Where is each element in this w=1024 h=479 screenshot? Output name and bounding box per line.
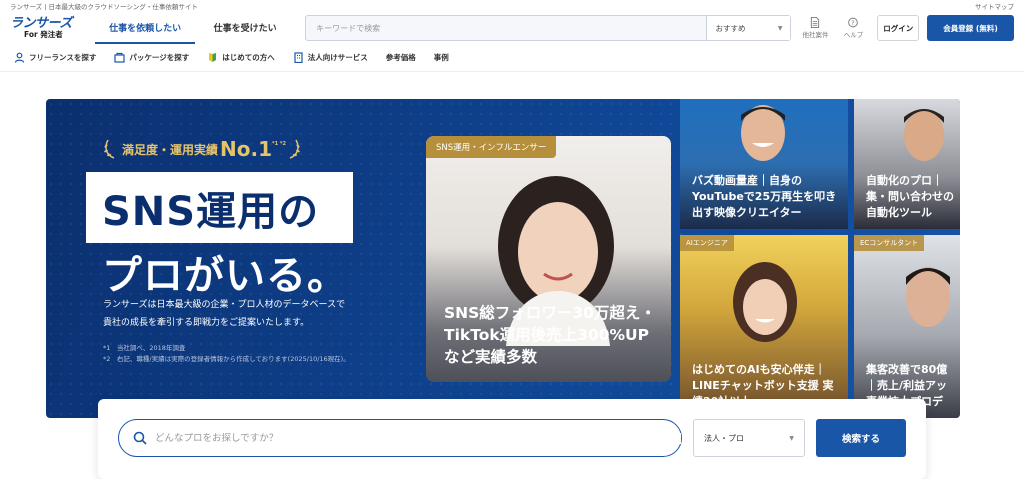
keyword-search-input[interactable]	[306, 16, 707, 40]
login-button[interactable]: ログイン	[877, 15, 920, 41]
hero-banner[interactable]: 満足度・運用実績 No.1 *1 *2 SNS運用の プロがいる。 ランサーズは…	[46, 99, 960, 418]
header-search: おすすめ ▼	[305, 15, 792, 41]
help-icon: ?	[848, 17, 859, 28]
subnav-reference-price[interactable]: 参考価格	[386, 52, 416, 63]
document-icon	[811, 17, 820, 28]
pro-search-panel: 法人・プロ ▼ 検索する	[98, 399, 926, 479]
pro-tile[interactable]: 自動化のプロ｜集・問い合わせの自動化ツール	[854, 99, 960, 229]
header-icon-links: 他社案件 ? ヘルプ	[799, 17, 869, 39]
pro-portrait	[741, 105, 785, 161]
subnav-cases[interactable]: 事例	[434, 52, 449, 63]
subnav-label: 法人向けサービス	[307, 53, 368, 62]
register-button[interactable]: 会員登録 (無料)	[927, 15, 1015, 41]
hero-headline-line2: プロがいる。	[102, 253, 348, 299]
subnav-label: 参考価格	[385, 53, 416, 62]
featured-card-tag: SNS運用・インフルエンサー	[426, 136, 557, 158]
pro-tile-tag: AIエンジニア	[680, 235, 734, 251]
subnav-label: パッケージを探す	[129, 53, 190, 62]
pro-tile-text: バズ動画量産｜自身のYouTubeで25万再生を叩き出す映像クリエイター	[692, 174, 837, 219]
featured-pro-card[interactable]: SNS運用・インフルエンサー SNS総フォロワー30万超え・TikTok運用後売…	[426, 136, 671, 382]
pro-tile[interactable]: バズ動画量産｜自身のYouTubeで25万再生を叩き出す映像クリエイター	[680, 99, 848, 229]
pro-search-button[interactable]: 検索する	[816, 419, 906, 457]
hero-description: ランサーズは日本最大級の企業・プロ人材のデータベースで 貴社の成長を牽引する即戦…	[103, 296, 345, 332]
subnav-find-freelancer[interactable]: フリーランスを探す	[14, 52, 96, 63]
pro-portrait	[906, 267, 950, 327]
subnav-label: 事例	[433, 53, 449, 62]
top-info-bar: ランサーズ | 日本最大級のクラウドソーシング・仕事依頼サイト サイトマップ	[0, 0, 1024, 12]
logo-brand: ランサーズ	[10, 16, 72, 32]
svg-text:?: ?	[852, 20, 855, 27]
help-link[interactable]: ? ヘルプ	[837, 17, 869, 39]
award-marks: *1 *2	[272, 141, 286, 147]
building-icon	[294, 52, 303, 63]
pro-portrait	[904, 109, 944, 161]
other-jobs-label: 他社案件	[802, 31, 829, 39]
pro-tile-text: 自動化のプロ｜集・問い合わせの自動化ツール	[866, 174, 954, 219]
subnav-label: フリーランスを探す	[29, 53, 97, 62]
sort-select[interactable]: おすすめ ▼	[706, 16, 791, 40]
help-label: ヘルプ	[843, 31, 864, 39]
other-jobs-link[interactable]: 他社案件	[799, 17, 831, 39]
header: ランサーズ For 発注者 仕事を依頼したい 仕事を受けたい おすすめ ▼ 他社…	[0, 12, 1024, 44]
pro-tile[interactable]: ECコンサルタント 集客改善で80億｜売上/利益アッ事業拡大プロデ	[854, 235, 960, 418]
subnav-corporate[interactable]: 法人向けサービス	[293, 52, 368, 63]
person-icon	[14, 52, 25, 63]
beginner-icon	[209, 53, 217, 62]
hero-desc-line2: 貴社の成長を牽引する即戦力をご提案いたします。	[103, 318, 310, 328]
pro-search-input[interactable]	[155, 432, 681, 444]
sort-select-value: おすすめ	[715, 23, 746, 33]
chevron-down-icon: ▼	[777, 24, 783, 32]
site-tagline: ランサーズ | 日本最大級のクラウドソーシング・仕事依頼サイト	[10, 3, 198, 11]
logo[interactable]: ランサーズ For 発注者	[10, 17, 87, 39]
logo-sub: For 発注者	[24, 30, 63, 40]
featured-card-text: SNS総フォロワー30万超え・TikTok運用後売上300%UPなど実績多数	[444, 304, 656, 366]
pro-type-select-value: 法人・プロ	[704, 433, 744, 443]
pro-type-select[interactable]: 法人・プロ ▼	[693, 419, 805, 457]
award-badge: 満足度・運用実績 No.1 *1 *2	[102, 137, 302, 161]
package-icon	[114, 52, 125, 63]
pro-search-box	[118, 419, 682, 457]
hero-note2: *2 右記、職種/実績は実際の登録者情報から作成しております(2025/10/1…	[103, 355, 350, 363]
pro-tile[interactable]: AIエンジニア はじめてのAIも安心伴走｜LINEチャットボット支援 実績20社…	[680, 235, 848, 418]
award-no1: No.1	[220, 137, 273, 161]
tab-receive-work[interactable]: 仕事を受けたい	[195, 12, 295, 44]
hero-headline-line1: SNS運用の	[86, 172, 353, 243]
subnav-beginners[interactable]: はじめての方へ	[207, 52, 275, 63]
mode-tabs: 仕事を依頼したい 仕事を受けたい	[95, 12, 295, 44]
laurel-left-icon	[104, 139, 115, 159]
search-icon	[133, 431, 147, 445]
sitemap-link[interactable]: サイトマップ	[975, 1, 1014, 11]
hero-desc-line1: ランサーズは日本最大級の企業・プロ人材のデータベースで	[103, 300, 346, 310]
laurel-right-icon	[289, 139, 300, 159]
subnav-label: はじめての方へ	[222, 53, 275, 62]
pro-portrait	[733, 262, 797, 342]
subnav-find-package[interactable]: パッケージを探す	[114, 52, 189, 63]
tab-request-work[interactable]: 仕事を依頼したい	[95, 12, 196, 44]
hero-note1: *1 当社調べ、2018年調査	[103, 344, 186, 352]
sub-navigation: フリーランスを探す パッケージを探す はじめての方へ 法人向けサービス 参考価格…	[0, 44, 1024, 72]
chevron-down-icon: ▼	[789, 434, 794, 442]
pro-tile-tag: ECコンサルタント	[854, 235, 925, 251]
hero-footnotes: *1 当社調べ、2018年調査 *2 右記、職種/実績は実際の登録者情報から作成…	[103, 343, 350, 365]
award-text: 満足度・運用実績	[122, 142, 219, 157]
